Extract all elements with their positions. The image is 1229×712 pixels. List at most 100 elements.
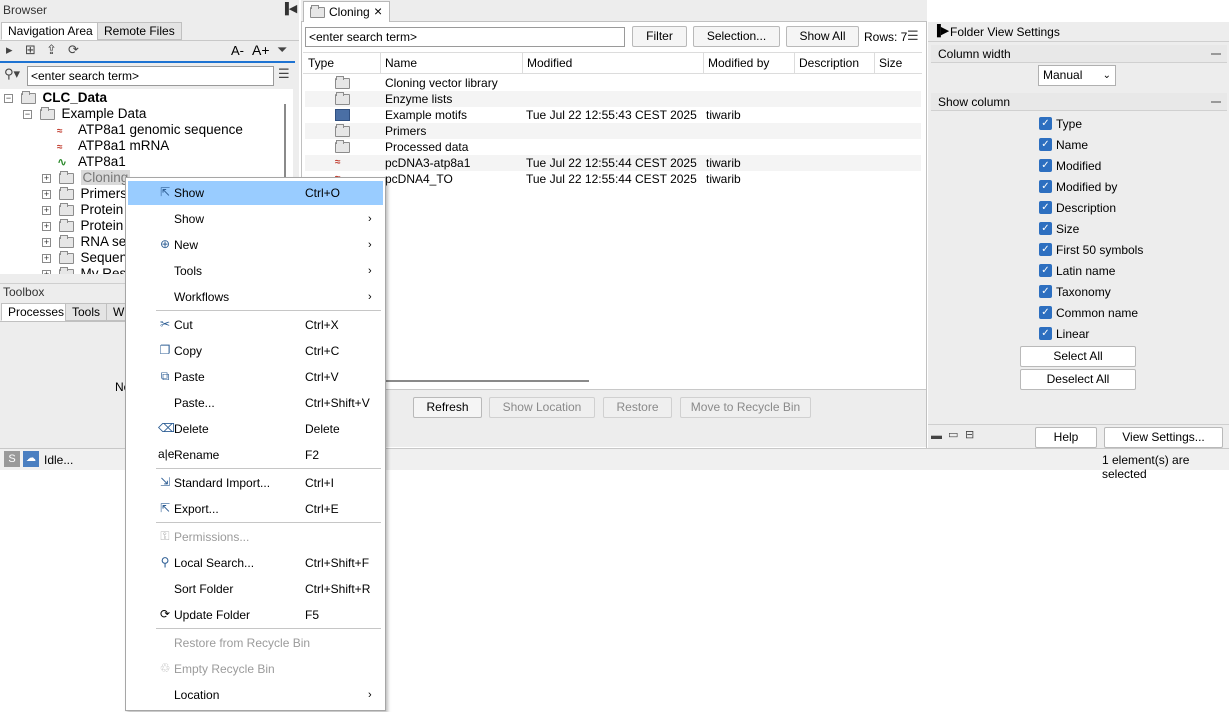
column-description[interactable]: Description	[795, 53, 875, 74]
horizontal-scrollbar[interactable]	[386, 380, 589, 382]
table-row[interactable]: Processed data	[305, 139, 921, 155]
search-options-icon[interactable]: ☰	[278, 66, 290, 82]
tree-item[interactable]: ∿ ATP8a1	[57, 154, 126, 170]
selection-button[interactable]: Selection...	[693, 26, 780, 47]
table-row[interactable]: ≈ pcDNA3-atp8a1 Tue Jul 22 12:55:44 CEST…	[305, 155, 921, 171]
checkbox-taxonomy[interactable]: ✓	[1039, 285, 1052, 298]
checkbox-size[interactable]: ✓	[1039, 222, 1052, 235]
menu-item-paste-special[interactable]: Paste... Ctrl+Shift+V	[128, 391, 383, 415]
tree-item[interactable]: + Sequen	[42, 250, 127, 266]
checkbox-linear[interactable]: ✓	[1039, 327, 1052, 340]
checkbox-modified[interactable]: ✓	[1039, 159, 1052, 172]
menu-item-standard-import[interactable]: ⇲ Standard Import... Ctrl+I	[128, 471, 383, 495]
collapse-icon[interactable]: −	[4, 93, 13, 103]
tree-item[interactable]: + My Res	[42, 266, 126, 274]
show-location-button[interactable]: Show Location	[489, 397, 595, 418]
menu-item-workflows[interactable]: Workflows ›	[128, 285, 383, 309]
column-name[interactable]: Name	[381, 53, 523, 74]
show-all-button[interactable]: Show All	[786, 26, 859, 47]
show-column-section[interactable]: Show column	[931, 93, 1227, 111]
deselect-all-button[interactable]: Deselect All	[1020, 369, 1136, 390]
refresh-button[interactable]: Refresh	[413, 397, 482, 418]
font-decrease-button[interactable]: A-	[231, 43, 244, 58]
table-row[interactable]: Primers	[305, 123, 921, 139]
column-width-section[interactable]: Column width	[931, 45, 1227, 63]
checkbox-type[interactable]: ✓	[1039, 117, 1052, 130]
select-all-button[interactable]: Select All	[1020, 346, 1136, 367]
menu-item-new[interactable]: ⊕ New ›	[128, 233, 383, 257]
tree-item[interactable]: ≈ ATP8a1 genomic sequence	[57, 122, 243, 138]
table-row[interactable]: Cloning vector library	[305, 75, 921, 91]
expand-icon[interactable]: +	[42, 269, 51, 274]
tree-item[interactable]: + RNA se	[42, 234, 126, 250]
menu-item-export[interactable]: ⇱ Export... Ctrl+E	[128, 497, 383, 521]
menu-item-show-submenu[interactable]: Show ›	[128, 207, 383, 231]
column-modified[interactable]: Modified	[523, 53, 704, 74]
tree-root[interactable]: − CLC_Data	[4, 90, 107, 106]
font-increase-button[interactable]: A+	[252, 42, 270, 58]
checkbox-common-name[interactable]: ✓	[1039, 306, 1052, 319]
tree-item[interactable]: + Primers	[42, 186, 127, 202]
tab-processes[interactable]: Processes	[1, 303, 72, 321]
tree-item-cloning[interactable]: + Cloning	[42, 170, 131, 186]
expand-icon[interactable]: +	[42, 173, 51, 183]
menu-item-permissions[interactable]: ⚿ Permissions...	[128, 525, 383, 549]
minimize-icon[interactable]: ▬	[931, 428, 942, 444]
menu-item-cut[interactable]: ✂ Cut Ctrl+X	[128, 313, 383, 337]
tree-item[interactable]: + Protein	[42, 218, 123, 234]
menu-item-tools[interactable]: Tools ›	[128, 259, 383, 283]
checkbox-modified-by[interactable]: ✓	[1039, 180, 1052, 193]
menu-item-location[interactable]: Location ›	[128, 683, 383, 707]
filter-icon[interactable]: ⏷	[277, 42, 287, 58]
column-width-select[interactable]: Manual ⌄	[1038, 65, 1116, 86]
collapse-panel-icon[interactable]: ▐◀	[281, 2, 297, 15]
collapse-section-icon[interactable]	[1211, 101, 1221, 103]
checkbox-description[interactable]: ✓	[1039, 201, 1052, 214]
expand-icon[interactable]: +	[42, 189, 51, 199]
menu-item-update-folder[interactable]: ⟳ Update Folder F5	[128, 603, 383, 627]
collapse-section-icon[interactable]	[1211, 53, 1221, 55]
menu-item-rename[interactable]: a|e Rename F2	[128, 443, 383, 467]
help-button[interactable]: Help	[1035, 427, 1097, 448]
restore-button[interactable]: Restore	[603, 397, 672, 418]
column-type[interactable]: Type	[304, 53, 381, 74]
expand-icon[interactable]: +	[42, 237, 51, 247]
move-to-recycle-bin-button[interactable]: Move to Recycle Bin	[680, 397, 811, 418]
menu-item-restore-from-recycle-bin[interactable]: Restore from Recycle Bin	[128, 631, 383, 655]
run-icon[interactable]: ▸	[6, 42, 13, 58]
expand-icon[interactable]: +	[42, 221, 51, 231]
tab-tools[interactable]: Tools	[65, 303, 108, 321]
expand-icon[interactable]: +	[42, 205, 51, 215]
checkbox-name[interactable]: ✓	[1039, 138, 1052, 151]
filter-button[interactable]: Filter	[632, 26, 687, 47]
checkbox-first-50-symbols[interactable]: ✓	[1039, 243, 1052, 256]
add-folder-icon[interactable]: ⊞	[25, 42, 36, 58]
table-options-icon[interactable]: ☰	[907, 28, 919, 44]
browser-search-input[interactable]: <enter search term>	[27, 66, 274, 86]
column-modified-by[interactable]: Modified by	[704, 53, 795, 74]
refresh-icon[interactable]: ⟳	[68, 42, 79, 58]
expand-icon[interactable]: +	[42, 253, 51, 263]
menu-item-sort-folder[interactable]: Sort Folder Ctrl+Shift+R	[128, 577, 383, 601]
close-icon[interactable]: ×	[374, 3, 382, 19]
menu-item-delete[interactable]: ⌫ Delete Delete	[128, 417, 383, 441]
tree-item[interactable]: ≈ ATP8a1 mRNA	[57, 138, 169, 154]
view-settings-button[interactable]: View Settings...	[1104, 427, 1223, 448]
tab-navigation-area[interactable]: Navigation Area	[1, 22, 100, 40]
table-row[interactable]: Example motifs Tue Jul 22 12:55:43 CEST …	[305, 107, 921, 123]
collapse-icon[interactable]: −	[23, 109, 32, 119]
menu-item-paste[interactable]: ⧉ Paste Ctrl+V	[128, 365, 383, 389]
menu-item-local-search[interactable]: ⚲ Local Search... Ctrl+Shift+F	[128, 551, 383, 575]
checkbox-latin-name[interactable]: ✓	[1039, 264, 1052, 277]
menu-item-empty-recycle-bin[interactable]: ♲ Empty Recycle Bin	[128, 657, 383, 681]
column-size[interactable]: Size	[875, 53, 922, 74]
tab-remote-files[interactable]: Remote Files	[97, 22, 182, 40]
editor-search-input[interactable]: <enter search term>	[305, 27, 625, 47]
menu-item-show-open[interactable]: ⇱ Show Ctrl+O	[128, 181, 383, 205]
search-icon[interactable]: ⚲▾	[4, 66, 20, 82]
tree-example-data[interactable]: − Example Data	[23, 106, 146, 122]
menu-item-copy[interactable]: ❐ Copy Ctrl+C	[128, 339, 383, 363]
table-row[interactable]: Enzyme lists	[305, 91, 921, 107]
folder-settings-icon[interactable]: ▭	[948, 427, 958, 443]
upload-icon[interactable]: ⇪	[46, 42, 57, 58]
